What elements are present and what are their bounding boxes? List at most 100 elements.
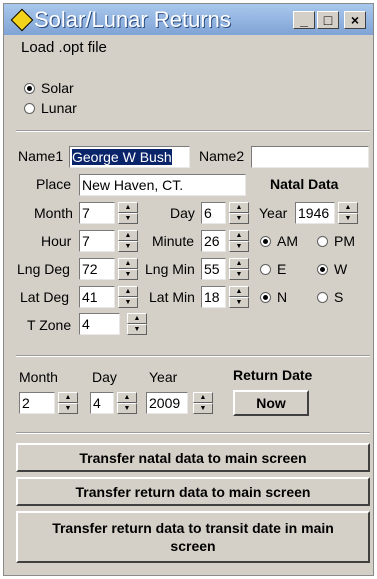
natal-latdeg-label: Lat Deg	[20, 289, 70, 305]
spin-up-icon[interactable]: ▲	[117, 392, 137, 403]
spin-down-icon[interactable]: ▼	[117, 403, 137, 414]
north-radio[interactable]: N	[260, 289, 287, 305]
north-radio-dot	[260, 291, 271, 303]
lunar-radio[interactable]: Lunar	[24, 100, 77, 116]
natal-minute-label: Minute	[152, 233, 195, 249]
solar-radio[interactable]: Solar	[24, 80, 74, 96]
pm-radio-dot	[317, 235, 328, 247]
south-radio-dot	[317, 291, 328, 303]
return-month-spinner[interactable]: ▲ ▼	[58, 392, 78, 414]
tzone-field[interactable]: 4	[79, 313, 120, 335]
spin-up-icon[interactable]: ▲	[118, 202, 138, 213]
natal-lngmin-label: Lng Min	[145, 261, 195, 277]
name1-value: George W Bush	[72, 149, 172, 165]
close-button[interactable]: ×	[344, 11, 366, 29]
spin-up-icon[interactable]: ▲	[229, 202, 249, 213]
natal-lngmin-spinner[interactable]: ▲ ▼	[229, 258, 249, 280]
natal-lngdeg-field[interactable]: 72	[79, 258, 115, 280]
natal-hour-label: Hour	[41, 233, 72, 249]
spin-up-icon[interactable]: ▲	[118, 230, 138, 241]
spin-up-icon[interactable]: ▲	[118, 286, 138, 297]
now-button[interactable]: Now	[233, 390, 309, 416]
east-radio[interactable]: E	[260, 261, 286, 277]
natal-latmin-label: Lat Min	[149, 289, 195, 305]
east-radio-dot	[260, 263, 271, 275]
spin-up-icon[interactable]: ▲	[229, 258, 249, 269]
south-radio[interactable]: S	[317, 289, 343, 305]
spin-down-icon[interactable]: ▼	[58, 403, 78, 414]
west-radio[interactable]: W	[317, 261, 347, 277]
natal-latdeg-field[interactable]: 41	[79, 286, 115, 308]
return-day-label: Day	[92, 369, 117, 385]
pm-radio[interactable]: PM	[317, 233, 355, 249]
spin-up-icon[interactable]: ▲	[229, 286, 249, 297]
spin-up-icon[interactable]: ▲	[118, 258, 138, 269]
natal-minute-field[interactable]: 26	[201, 230, 226, 252]
natal-month-spinner[interactable]: ▲ ▼	[118, 202, 138, 224]
spin-down-icon[interactable]: ▼	[229, 297, 249, 308]
return-day-spinner[interactable]: ▲ ▼	[117, 392, 137, 414]
natal-lngdeg-label: Lng Deg	[17, 261, 70, 277]
window-title: Solar/Lunar Returns	[34, 7, 231, 32]
south-radio-label: S	[334, 289, 344, 305]
spin-down-icon[interactable]: ▼	[118, 241, 138, 252]
place-field[interactable]: New Haven, CT.	[79, 174, 246, 196]
name1-label: Name1	[18, 148, 64, 164]
natal-latmin-spinner[interactable]: ▲ ▼	[229, 286, 249, 308]
spin-down-icon[interactable]: ▼	[118, 269, 138, 280]
natal-month-field[interactable]: 7	[79, 202, 115, 224]
spin-down-icon[interactable]: ▼	[127, 324, 147, 335]
natal-day-spinner[interactable]: ▲ ▼	[229, 202, 249, 224]
minimize-button[interactable]: _	[293, 11, 315, 29]
transfer-natal-button[interactable]: Transfer natal data to main screen	[16, 443, 370, 472]
solar-radio-dot	[24, 82, 35, 94]
maximize-button[interactable]: □	[317, 11, 339, 29]
separator	[16, 130, 370, 132]
spin-down-icon[interactable]: ▼	[229, 269, 249, 280]
spin-up-icon[interactable]: ▲	[338, 202, 358, 213]
name1-field[interactable]: George W Bush	[69, 146, 190, 168]
natal-year-spinner[interactable]: ▲ ▼	[338, 202, 358, 224]
natal-day-field[interactable]: 6	[201, 202, 226, 224]
natal-latdeg-spinner[interactable]: ▲ ▼	[118, 286, 138, 308]
return-day-field[interactable]: 4	[90, 392, 114, 414]
spin-down-icon[interactable]: ▼	[118, 297, 138, 308]
spin-up-icon[interactable]: ▲	[127, 313, 147, 324]
transfer-transit-button[interactable]: Transfer return data to transit date in …	[16, 511, 370, 563]
west-radio-label: W	[334, 261, 348, 277]
am-radio-label: AM	[277, 233, 298, 249]
title-bar[interactable]: Solar/Lunar Returns _ □ ×	[4, 4, 373, 35]
natal-latmin-field[interactable]: 18	[201, 286, 226, 308]
tzone-label: T Zone	[27, 317, 72, 333]
solar-radio-label: Solar	[41, 80, 74, 96]
spin-up-icon[interactable]: ▲	[229, 230, 249, 241]
name2-field[interactable]	[251, 146, 369, 168]
spin-up-icon[interactable]: ▲	[58, 392, 78, 403]
natal-minute-spinner[interactable]: ▲ ▼	[229, 230, 249, 252]
natal-year-field[interactable]: 1946	[295, 202, 335, 224]
natal-day-label: Day	[170, 205, 195, 221]
natal-lngdeg-spinner[interactable]: ▲ ▼	[118, 258, 138, 280]
spin-up-icon[interactable]: ▲	[193, 392, 213, 403]
am-radio-dot	[260, 235, 271, 247]
east-radio-label: E	[277, 261, 287, 277]
name2-label: Name2	[199, 148, 245, 164]
spin-down-icon[interactable]: ▼	[118, 213, 138, 224]
spin-down-icon[interactable]: ▼	[229, 213, 249, 224]
spin-down-icon[interactable]: ▼	[338, 213, 358, 224]
tzone-spinner[interactable]: ▲ ▼	[127, 313, 147, 335]
return-date-heading: Return Date	[233, 367, 313, 383]
natal-hour-spinner[interactable]: ▲ ▼	[118, 230, 138, 252]
load-opt-file-menu[interactable]: Load .opt file	[21, 39, 107, 56]
am-radio[interactable]: AM	[260, 233, 298, 249]
natal-hour-field[interactable]: 7	[79, 230, 115, 252]
return-year-field[interactable]: 2009	[146, 392, 188, 414]
return-month-field[interactable]: 2	[19, 392, 55, 414]
pm-radio-label: PM	[334, 233, 355, 249]
north-radio-label: N	[277, 289, 288, 305]
return-year-spinner[interactable]: ▲ ▼	[193, 392, 213, 414]
spin-down-icon[interactable]: ▼	[193, 403, 213, 414]
natal-lngmin-field[interactable]: 55	[201, 258, 226, 280]
spin-down-icon[interactable]: ▼	[229, 241, 249, 252]
transfer-return-button[interactable]: Transfer return data to main screen	[16, 477, 370, 506]
